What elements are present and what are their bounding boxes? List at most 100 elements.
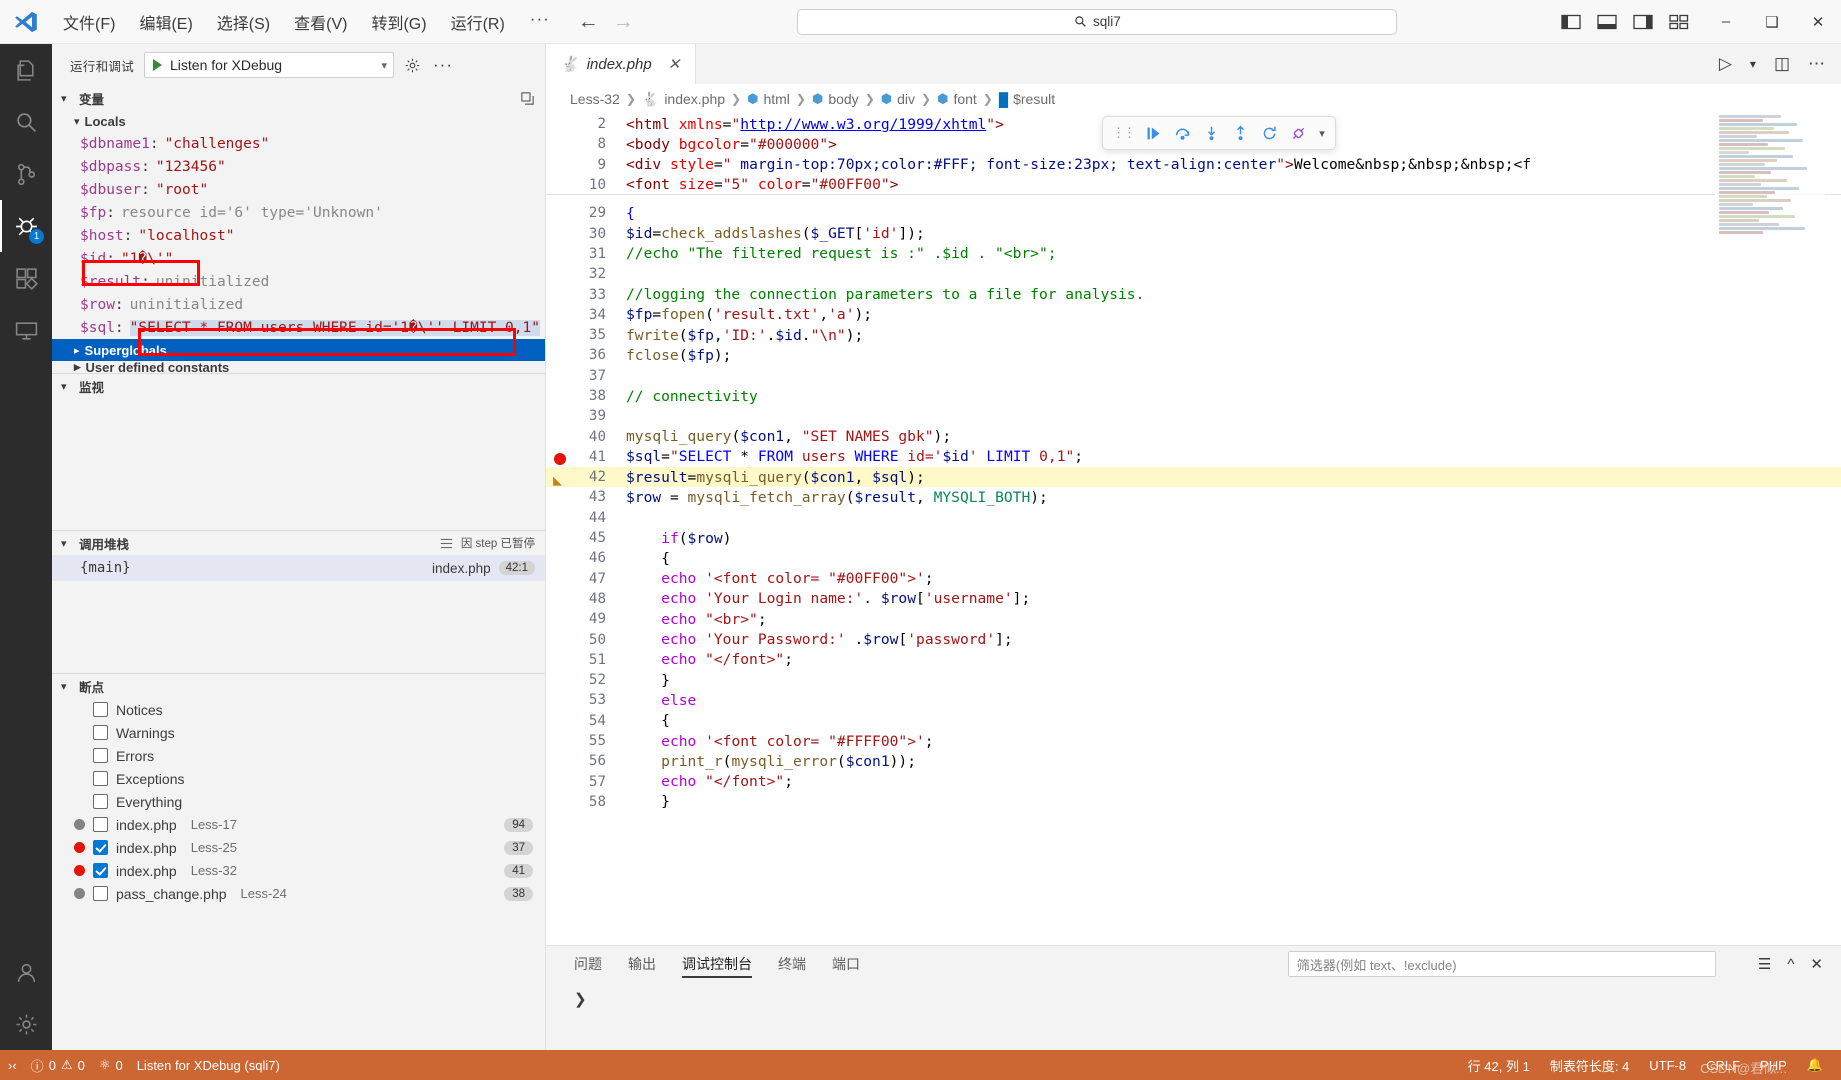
- code-line[interactable]: 29 {: [546, 203, 1841, 223]
- breadcrumb-item-folder[interactable]: Less-32: [570, 91, 620, 107]
- debug-console-output[interactable]: ❯: [546, 982, 1841, 1050]
- code-line[interactable]: 53 else: [546, 690, 1841, 710]
- window-controls[interactable]: – ❑ ✕: [1703, 0, 1841, 44]
- navigation-arrows[interactable]: ← →: [578, 10, 634, 34]
- activity-remote-explorer[interactable]: [0, 304, 52, 356]
- layout-controls[interactable]: [1561, 14, 1703, 30]
- activity-settings[interactable]: [0, 998, 52, 1050]
- language-mode[interactable]: PHP: [1760, 1058, 1787, 1073]
- activity-run-and-debug[interactable]: 1: [0, 200, 52, 252]
- step-into-button[interactable]: [1198, 120, 1225, 147]
- variable-row[interactable]: $dbuser: "root": [52, 178, 545, 201]
- menu-view[interactable]: 查看(V): [283, 6, 358, 38]
- scope-user-constants[interactable]: ▸ User defined constants: [52, 361, 545, 373]
- breakpoint-file-row[interactable]: index.php Less-32 41: [52, 859, 545, 882]
- debug-toolbar[interactable]: ⋮⋮ ▾: [1102, 116, 1336, 150]
- checkbox[interactable]: [93, 817, 108, 832]
- code-line[interactable]: 52 }: [546, 670, 1841, 690]
- continue-button[interactable]: [1140, 120, 1167, 147]
- panel-tab-problems[interactable]: 问题: [574, 946, 602, 982]
- breakpoint-file-row[interactable]: index.php Less-25 37: [52, 836, 545, 859]
- disconnect-button[interactable]: [1285, 120, 1312, 147]
- toolbar-chevron-button[interactable]: ▾: [1314, 120, 1330, 147]
- panel-tools[interactable]: ☰ ^ ✕: [1742, 955, 1841, 974]
- breakpoint-category-notices[interactable]: Notices: [52, 698, 545, 721]
- code-line[interactable]: 56 print_r(mysqli_error($con1));: [546, 751, 1841, 771]
- checkbox[interactable]: [93, 771, 108, 786]
- chevron-up-icon[interactable]: ^: [1787, 956, 1794, 973]
- minimap[interactable]: [1715, 114, 1825, 314]
- code-line[interactable]: 48 echo 'Your Login name:'. $row['userna…: [546, 589, 1841, 609]
- breakpoint-category-everything[interactable]: Everything: [52, 790, 545, 813]
- code-line[interactable]: 45 if($row): [546, 528, 1841, 548]
- panel-tab-output[interactable]: 输出: [628, 946, 656, 982]
- panel-tab-ports[interactable]: 端口: [832, 946, 860, 982]
- maximize-button[interactable]: ❑: [1749, 0, 1795, 44]
- code-line[interactable]: 51 echo "</font>";: [546, 650, 1841, 670]
- code-line[interactable]: 44: [546, 508, 1841, 528]
- activity-source-control[interactable]: [0, 148, 52, 200]
- tab-index-php[interactable]: 🐇 index.php ✕: [546, 44, 696, 84]
- checkbox[interactable]: [93, 725, 108, 740]
- breadcrumb-item-result[interactable]: █ $result: [999, 91, 1055, 107]
- scope-superglobals[interactable]: ▸ Superglobals: [52, 339, 545, 361]
- arrow-right-icon[interactable]: →: [613, 10, 634, 34]
- code-line[interactable]: 50 echo 'Your Password:' .$row['password…: [546, 629, 1841, 649]
- collapse-all-icon[interactable]: [520, 91, 535, 106]
- scope-locals[interactable]: ▾ Locals: [52, 110, 545, 132]
- code-line[interactable]: 58 }: [546, 792, 1841, 812]
- watch-list[interactable]: [52, 398, 545, 530]
- callstack-section-header[interactable]: ▾ 调用堆栈 因 step 已暂停: [52, 531, 545, 555]
- checkbox[interactable]: [93, 748, 108, 763]
- code-line[interactable]: 35 fwrite($fp,'ID:'.$id."\n");: [546, 325, 1841, 345]
- menu-file[interactable]: 文件(F): [52, 6, 126, 38]
- breadcrumb[interactable]: Less-32 ❯ 🐇 index.php ❯ ⬢ html ❯ ⬢ body ❯ ⬢…: [546, 84, 1841, 114]
- more-actions-icon[interactable]: ···: [433, 55, 453, 75]
- toggle-panel-icon[interactable]: [1597, 14, 1617, 30]
- checkbox[interactable]: [93, 886, 108, 901]
- debug-sidebar-actions[interactable]: ···: [404, 55, 453, 75]
- split-editor-icon[interactable]: ◫: [1774, 54, 1790, 74]
- breakpoint-category-errors[interactable]: Errors: [52, 744, 545, 767]
- breadcrumb-item-div[interactable]: ⬢ div: [881, 91, 915, 107]
- variable-row-id[interactable]: $id: "1�\'": [52, 247, 545, 270]
- variable-row[interactable]: $host: "localhost": [52, 224, 545, 247]
- start-debug-icon[interactable]: [153, 59, 163, 71]
- code-line[interactable]: 57 echo "</font>";: [546, 772, 1841, 792]
- editor-actions[interactable]: ▷ ▾ ◫ ⋯: [1719, 44, 1841, 84]
- menu-go[interactable]: 转到(G): [360, 6, 437, 38]
- callstack-frame[interactable]: {main} index.php 42:1: [52, 555, 545, 581]
- debug-session-indicator[interactable]: Listen for XDebug (sqli7): [137, 1058, 280, 1073]
- code-line[interactable]: 30 $id=check_addslashes($_GET['id']);: [546, 223, 1841, 243]
- cursor-position[interactable]: 行 42, 列 1: [1468, 1056, 1530, 1075]
- checkbox[interactable]: [93, 840, 108, 855]
- code-line[interactable]: 36 fclose($fp);: [546, 345, 1841, 365]
- variable-row[interactable]: $row: uninitialized: [52, 293, 545, 316]
- eol-mode[interactable]: CRLF: [1706, 1058, 1740, 1073]
- grip-icon[interactable]: ⋮⋮: [1108, 125, 1138, 141]
- play-icon[interactable]: ▷: [1719, 54, 1732, 74]
- breakpoints-section-header[interactable]: ▾ 断点: [52, 674, 545, 698]
- variables-tree[interactable]: ▾ Locals $dbname1: "challenges" $dbpass:…: [52, 110, 545, 373]
- breadcrumb-item-file[interactable]: 🐇 index.php: [642, 91, 725, 108]
- checkbox[interactable]: [93, 863, 108, 878]
- gear-icon[interactable]: [404, 57, 421, 74]
- breakpoint-file-row[interactable]: pass_change.php Less-24 38: [52, 882, 545, 905]
- arrow-left-icon[interactable]: ←: [578, 10, 599, 34]
- variables-section-header[interactable]: ▾ 变量: [52, 86, 545, 110]
- variable-row[interactable]: $dbpass: "123456": [52, 155, 545, 178]
- breakpoints-list[interactable]: Notices Warnings Errors Exceptions Every…: [52, 698, 545, 1050]
- menu-selection[interactable]: 选择(S): [206, 6, 281, 38]
- variable-row-sql[interactable]: $sql: "SELECT * FROM users WHERE id='1�\…: [52, 316, 545, 339]
- code-line-current[interactable]: ◣ 42 $result=mysqli_query($con1, $sql);: [546, 467, 1841, 489]
- code-line[interactable]: 47 echo '<font color= "#00FF00">';: [546, 569, 1841, 589]
- code-editor[interactable]: ⋮⋮ ▾ 2 <html xmlns="http://www.w3.org/19…: [546, 114, 1841, 945]
- breakpoint-category-exceptions[interactable]: Exceptions: [52, 767, 545, 790]
- minimize-button[interactable]: –: [1703, 0, 1749, 44]
- code-line-breakpoint[interactable]: 41 $sql="SELECT * FROM users WHERE id='$…: [546, 447, 1841, 467]
- clear-icon[interactable]: ☰: [1758, 955, 1771, 973]
- menu-edit[interactable]: 编辑(E): [128, 6, 203, 38]
- activity-accounts[interactable]: [0, 946, 52, 998]
- watch-section-header[interactable]: ▾ 监视: [52, 374, 545, 398]
- toggle-primary-sidebar-icon[interactable]: [1561, 14, 1581, 30]
